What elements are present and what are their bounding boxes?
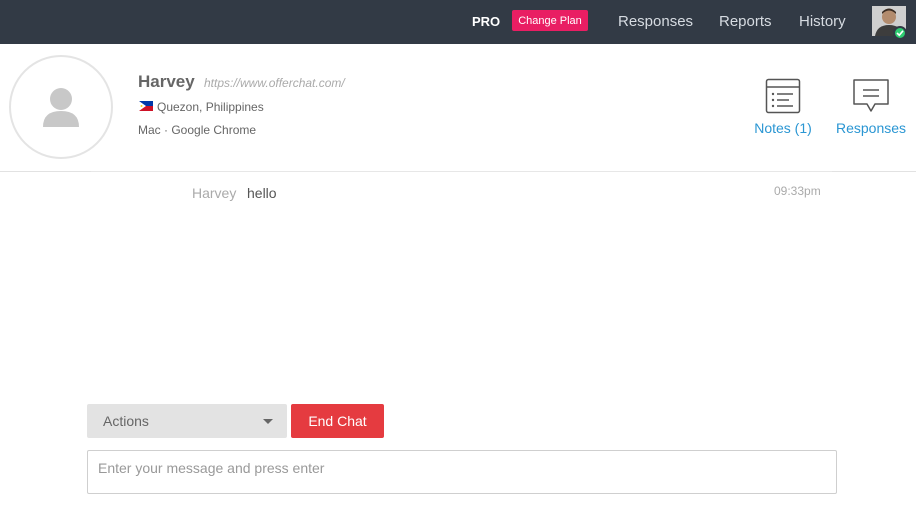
chevron-down-icon xyxy=(263,419,273,424)
notes-button[interactable]: Notes (1) xyxy=(752,78,814,136)
plan-label: PRO xyxy=(472,14,501,29)
nav-responses-link[interactable]: Responses xyxy=(618,13,693,30)
responses-chat-icon xyxy=(853,79,889,112)
nav-reports-link[interactable]: Reports xyxy=(719,13,772,30)
responses-button[interactable]: Responses xyxy=(833,78,909,136)
visitor-location: Quezon, Philippines xyxy=(157,100,264,114)
top-nav-bar: PRO Change Plan Responses Reports Histor… xyxy=(0,0,916,44)
message-text: hello xyxy=(247,185,277,201)
visitor-name: Harvey xyxy=(138,72,195,91)
notes-label: Notes (1) xyxy=(754,120,812,136)
user-silhouette-icon xyxy=(43,88,79,127)
notes-list-icon xyxy=(765,78,801,114)
visitor-avatar xyxy=(9,55,113,159)
visitor-header: Harvey https://www.offerchat.com/ Quezon… xyxy=(0,44,916,172)
message-sender: Harvey xyxy=(192,185,237,201)
end-chat-button[interactable]: End Chat xyxy=(291,404,384,438)
nav-history-link[interactable]: History xyxy=(799,13,846,30)
message-input[interactable] xyxy=(87,450,837,494)
responses-label: Responses xyxy=(835,120,907,136)
actions-dropdown[interactable]: Actions xyxy=(87,404,287,438)
online-check-icon xyxy=(893,26,907,40)
philippines-flag-icon xyxy=(139,101,153,111)
visitor-platform: Mac · Google Chrome xyxy=(138,123,257,137)
visitor-url[interactable]: https://www.offerchat.com/ xyxy=(204,76,345,90)
message-divider xyxy=(91,171,832,172)
change-plan-button[interactable]: Change Plan xyxy=(512,10,588,31)
actions-label: Actions xyxy=(103,413,149,429)
message-time: 09:33pm xyxy=(774,184,821,198)
